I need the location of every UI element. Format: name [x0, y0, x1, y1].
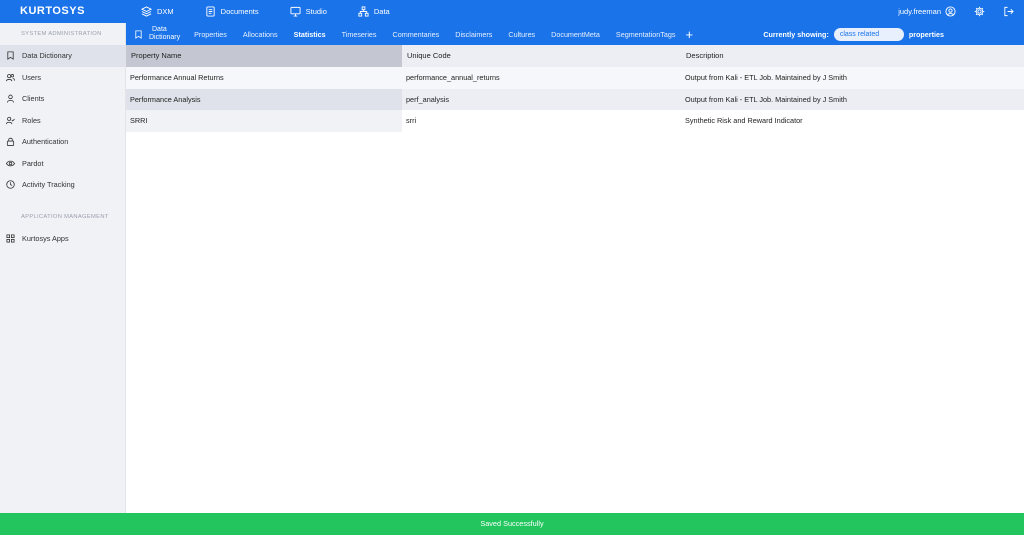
sidebar-item-data-dictionary[interactable]: Data Dictionary — [0, 45, 125, 67]
tab-cultures[interactable]: Cultures — [508, 30, 535, 39]
layers-icon — [141, 6, 152, 17]
hierarchy-icon — [358, 6, 369, 17]
cell-unique-code: srri — [406, 116, 417, 125]
sidebar-item-activity-tracking[interactable]: Activity Tracking — [0, 174, 125, 196]
cell-description: Output from Kali - ETL Job. Maintained b… — [685, 94, 847, 104]
nav-dxm-label: DXM — [157, 7, 174, 16]
user-check-icon — [6, 116, 15, 124]
gear-icon — [974, 6, 985, 17]
tab-timeseries[interactable]: Timeseries — [342, 30, 377, 39]
table-row[interactable]: SRRI srri Synthetic Risk and Reward Indi… — [126, 110, 1024, 132]
sidebar-item-label: Users — [22, 72, 42, 82]
eye-icon — [6, 160, 15, 167]
user-icon — [6, 94, 15, 103]
nav-studio[interactable]: Studio — [290, 6, 327, 17]
showing-suffix: properties — [908, 29, 944, 39]
nav-dxm[interactable]: DXM — [141, 6, 174, 17]
column-header-property-name[interactable]: Property Name — [126, 45, 402, 67]
top-bar: KURTOSYS DXM Documents Studio Data judy.… — [0, 0, 1024, 23]
showing-filter-select[interactable]: class related — [833, 27, 904, 41]
grid-icon — [6, 234, 15, 243]
table-row[interactable]: Performance Analysis perf_analysis Outpu… — [126, 88, 1024, 110]
tab-allocations[interactable]: Allocations — [243, 30, 278, 39]
sidebar-item-authentication[interactable]: Authentication — [0, 131, 125, 153]
bookmark-icon — [135, 29, 142, 39]
column-header-description[interactable]: Description — [681, 45, 1024, 67]
tab-disclaimers[interactable]: Disclaimers — [455, 30, 492, 39]
cell-unique-code: performance_annual_returns — [406, 73, 500, 82]
tab-documentmeta[interactable]: DocumentMeta — [551, 30, 600, 39]
sidebar-item-roles[interactable]: Roles — [0, 110, 125, 132]
bookmark-icon — [7, 51, 14, 61]
monitor-icon — [290, 6, 301, 17]
logout-icon — [1004, 6, 1014, 17]
dropdown-label-line2: Dictionary — [149, 34, 181, 41]
success-toast: Saved Successfully — [0, 513, 1024, 535]
sidebar-item-label: Clients — [22, 94, 45, 104]
top-nav: DXM Documents Studio Data — [141, 0, 421, 23]
tab-commentaries[interactable]: Commentaries — [393, 30, 440, 39]
add-tab-button[interactable]: + — [685, 28, 693, 41]
nav-studio-label: Studio — [305, 7, 327, 16]
cell-property-name: Performance Analysis — [126, 88, 402, 110]
properties-table: Property Name Unique Code Description Pe… — [126, 45, 1024, 132]
sidebar-item-kurtosys-apps[interactable]: Kurtosys Apps — [0, 228, 125, 250]
sub-nav: Data Dictionary Properties Allocations S… — [126, 23, 1024, 45]
sidebar-item-label: Pardot — [22, 158, 44, 168]
currently-showing: Currently showing: class related propert… — [763, 23, 944, 45]
lock-icon — [6, 138, 15, 147]
top-right-controls: judy.freeman — [898, 0, 1014, 23]
cell-description: Output from Kali - ETL Job. Maintained b… — [685, 73, 847, 82]
sidebar-section-system-administration: SYSTEM ADMINISTRATION — [21, 31, 102, 37]
user-circle-icon — [945, 6, 956, 17]
settings-button[interactable] — [974, 6, 985, 17]
column-header-unique-code[interactable]: Unique Code — [402, 45, 681, 67]
username: judy.freeman — [898, 7, 941, 16]
documents-icon — [206, 6, 215, 17]
sidebar-item-clients[interactable]: Clients — [0, 88, 125, 110]
sidebar-item-label: Authentication — [22, 137, 69, 147]
cell-description: Synthetic Risk and Reward Indicator — [685, 116, 803, 125]
sidebar-item-pardot[interactable]: Pardot — [0, 153, 125, 175]
tab-segmentationtags[interactable]: SegmentationTags — [616, 30, 676, 39]
cell-property-name: SRRI — [126, 110, 402, 132]
logout-button[interactable] — [1003, 6, 1014, 17]
sidebar-item-label: Activity Tracking — [22, 180, 75, 190]
data-dictionary-dropdown[interactable]: Data Dictionary — [126, 26, 180, 42]
user-menu[interactable]: judy.freeman — [898, 6, 956, 17]
nav-documents-label: Documents — [220, 7, 259, 16]
nav-data-label: Data — [373, 7, 390, 16]
cell-property-name: Performance Annual Returns — [130, 73, 224, 82]
nav-data[interactable]: Data — [358, 6, 390, 17]
showing-label: Currently showing: — [763, 29, 829, 39]
sidebar-item-label: Kurtosys Apps — [22, 233, 69, 243]
sidebar-section-application-management: APPLICATION MANAGEMENT — [21, 213, 109, 220]
nav-documents[interactable]: Documents — [205, 6, 259, 17]
table-header: Property Name Unique Code Description — [126, 45, 1024, 67]
table-row[interactable]: Performance Annual Returns performance_a… — [126, 67, 1024, 89]
tab-statistics[interactable]: Statistics — [294, 30, 326, 39]
sidebar-item-label: Data Dictionary — [22, 51, 72, 61]
sidebar-item-users[interactable]: Users — [0, 67, 125, 89]
dropdown-label-line1: Data — [152, 26, 167, 33]
cell-unique-code: perf_analysis — [406, 94, 449, 104]
users-icon — [6, 73, 15, 81]
sidebar: SYSTEM ADMINISTRATION Data Dictionary Us… — [0, 23, 126, 513]
sidebar-item-label: Roles — [22, 115, 41, 125]
clock-icon — [6, 180, 15, 189]
logo[interactable]: KURTOSYS — [20, 5, 85, 17]
tab-properties[interactable]: Properties — [194, 30, 227, 39]
